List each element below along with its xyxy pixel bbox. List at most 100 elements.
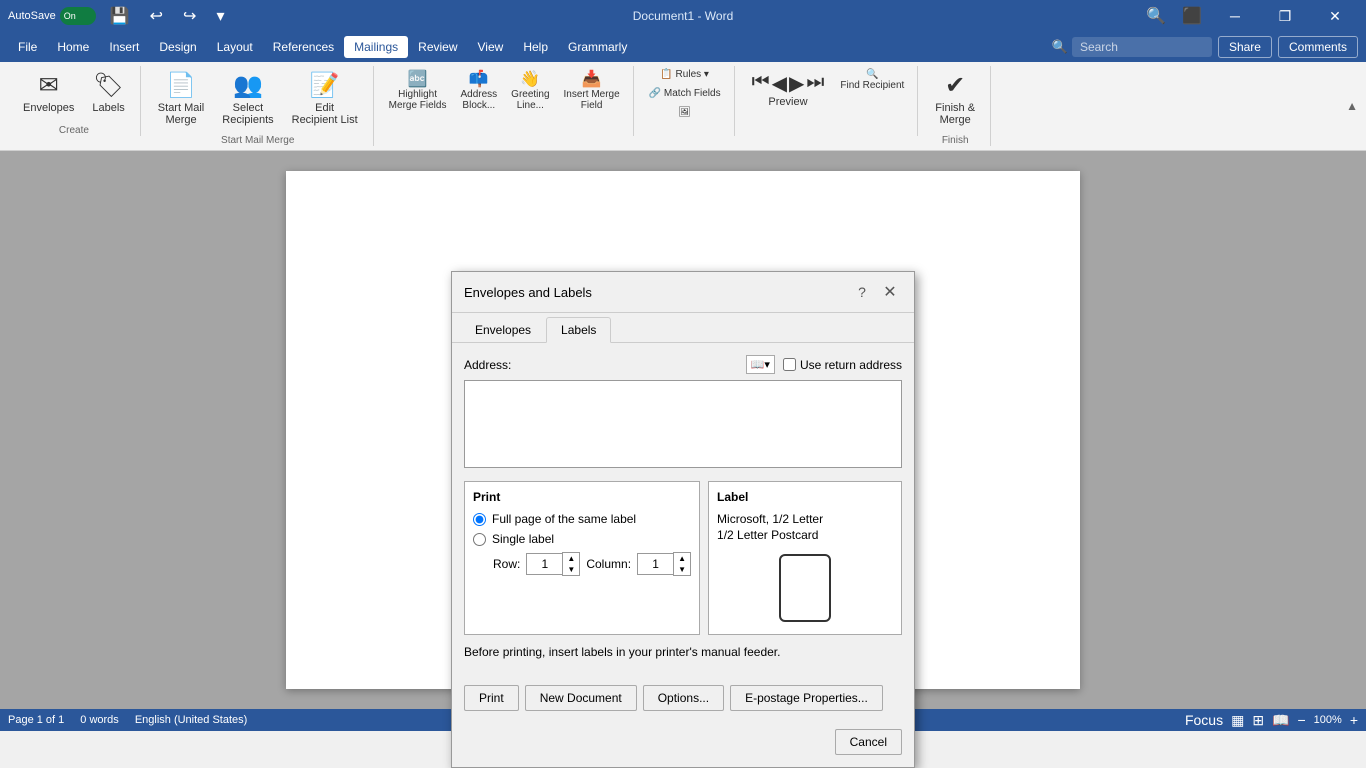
ribbon-group-fields-content: 🔤 Highlight Merge Fields 📫 Address Block…: [384, 66, 625, 132]
label-preview-area: [717, 550, 893, 626]
use-return-address-checkbox[interactable]: [783, 358, 796, 371]
envelopes-labels-dialog: Envelopes and Labels ? ✕ Envelopes Label…: [451, 271, 915, 768]
print-layout-btn[interactable]: ▦: [1231, 712, 1244, 729]
label-subname: 1/2 Letter Postcard: [717, 528, 893, 542]
autosave-label: AutoSave: [8, 10, 56, 22]
ribbon: ✉ Envelopes 🏷 Labels Create 📄 Start Mail…: [0, 62, 1366, 151]
ribbon-rules-btn[interactable]: 📋 Rules ▾: [644, 66, 726, 83]
cancel-btn[interactable]: Cancel: [835, 729, 902, 755]
menu-layout[interactable]: Layout: [207, 36, 263, 58]
row-down-btn[interactable]: ▼: [563, 564, 579, 575]
ribbon-address-block-btn[interactable]: 📫 Address Block...: [455, 66, 502, 114]
ribbon-collapse-btn[interactable]: ▲: [1346, 99, 1358, 113]
ribbon-search-btn[interactable]: 🔍: [1140, 2, 1172, 30]
ribbon-group-preview-content: ⏮ ◀ ▶ ⏭ Preview 🔍 Find Recipient: [745, 66, 910, 136]
print-btn[interactable]: Print: [464, 685, 519, 711]
start-mail-merge-icon: 📄: [166, 71, 196, 100]
address-icon-btn[interactable]: 📖▾: [746, 355, 775, 374]
zoom-out-btn[interactable]: −: [1297, 712, 1305, 728]
ribbon-labels-btn[interactable]: 🏷 Labels: [85, 66, 131, 119]
comments-button[interactable]: Comments: [1278, 36, 1358, 58]
search-input[interactable]: [1072, 37, 1212, 57]
ribbon-insert-merge-field-btn[interactable]: 📥 Insert Merge Field: [559, 66, 625, 114]
save-icon-btn[interactable]: 💾: [104, 2, 136, 30]
menu-insert[interactable]: Insert: [99, 36, 149, 58]
e-postage-btn[interactable]: E-postage Properties...: [730, 685, 883, 711]
print-section: Print Full page of the same label Single…: [464, 481, 700, 635]
greeting-line-icon: 👋: [520, 69, 540, 89]
single-label-option[interactable]: Single label: [473, 532, 691, 546]
redo-icon-btn[interactable]: ↪: [177, 2, 202, 30]
menu-mailings[interactable]: Mailings: [344, 36, 408, 58]
column-down-btn[interactable]: ▼: [674, 564, 690, 575]
ribbon-edit-recipient-list-btn[interactable]: 📝 Edit Recipient List: [285, 66, 365, 131]
greeting-line-label: Greeting Line...: [511, 89, 549, 111]
ribbon-preview-btn[interactable]: ⏮ ◀ ▶ ⏭ Preview: [745, 66, 832, 113]
column-input[interactable]: [637, 553, 673, 575]
read-mode-btn[interactable]: 📖: [1272, 712, 1289, 729]
single-label-label: Single label: [492, 532, 554, 546]
minimize-btn[interactable]: ─: [1212, 0, 1258, 32]
full-page-label: Full page of the same label: [492, 512, 636, 526]
use-return-address-label[interactable]: Use return address: [783, 358, 902, 372]
ribbon-greeting-line-btn[interactable]: 👋 Greeting Line...: [506, 66, 554, 114]
ribbon-envelopes-btn[interactable]: ✉ Envelopes: [16, 66, 81, 119]
envelope-icon: ✉: [39, 71, 59, 100]
focus-btn[interactable]: Focus: [1185, 712, 1223, 728]
share-button[interactable]: Share: [1218, 36, 1272, 58]
ribbon-start-mail-merge-btn[interactable]: 📄 Start Mail Merge: [151, 66, 211, 131]
match-fields-icon: 🔗 Match Fields: [649, 88, 721, 99]
highlight-merge-fields-label: Highlight Merge Fields: [389, 89, 447, 111]
more-commands-btn[interactable]: ▾: [210, 2, 230, 30]
menu-references[interactable]: References: [263, 36, 344, 58]
row-up-btn[interactable]: ▲: [563, 553, 579, 564]
menu-help[interactable]: Help: [513, 36, 558, 58]
menu-grammarly[interactable]: Grammarly: [558, 36, 637, 58]
dialog-title-buttons: ? ✕: [850, 280, 902, 304]
options-btn[interactable]: Options...: [643, 685, 724, 711]
menu-home[interactable]: Home: [47, 36, 99, 58]
ribbon-group-finish-label: Finish: [928, 135, 982, 146]
status-bar-right: Focus ▦ ⊞ 📖 − 100% +: [1185, 712, 1358, 729]
undo-icon-btn[interactable]: ↩: [144, 2, 169, 30]
autosave-on-label: On: [64, 11, 76, 21]
full-page-option[interactable]: Full page of the same label: [473, 512, 691, 526]
full-page-radio[interactable]: [473, 513, 486, 526]
new-document-btn[interactable]: New Document: [525, 685, 637, 711]
close-btn[interactable]: ✕: [1312, 0, 1358, 32]
autosave-toggle[interactable]: On: [60, 7, 96, 25]
tab-labels[interactable]: Labels: [546, 317, 611, 343]
ribbon-find-recipient-btn[interactable]: 🔍 Find Recipient: [835, 66, 909, 94]
ribbon-finish-merge-btn[interactable]: ✔ Finish & Merge: [928, 66, 982, 131]
label-name: Microsoft, 1/2 Letter: [717, 512, 893, 526]
dialog-help-btn[interactable]: ?: [850, 280, 874, 304]
ribbon-select-recipients-btn[interactable]: 👥 Select Recipients: [215, 66, 280, 131]
dialog-close-btn[interactable]: ✕: [878, 280, 902, 304]
ribbon-highlight-merge-fields-btn[interactable]: 🔤 Highlight Merge Fields: [384, 66, 452, 114]
web-layout-btn[interactable]: ⊞: [1252, 712, 1264, 729]
ribbon-group-start-mail-merge-content: 📄 Start Mail Merge 👥 Select Recipients 📝…: [151, 66, 365, 131]
address-textarea[interactable]: [464, 380, 902, 468]
ribbon-display-btn[interactable]: ⬛: [1176, 2, 1208, 30]
menu-design[interactable]: Design: [149, 36, 206, 58]
menu-file[interactable]: File: [8, 36, 47, 58]
address-block-icon: 📫: [469, 69, 489, 89]
menu-review[interactable]: Review: [408, 36, 467, 58]
menu-view[interactable]: View: [468, 36, 514, 58]
restore-btn[interactable]: ❐: [1262, 0, 1308, 32]
column-up-btn[interactable]: ▲: [674, 553, 690, 564]
labels-icon: 🏷: [93, 71, 123, 100]
ribbon-update-labels-btn[interactable]: 🖼: [644, 104, 726, 121]
zoom-in-btn[interactable]: +: [1350, 712, 1358, 728]
row-input[interactable]: [526, 553, 562, 575]
row-label: Row:: [493, 557, 520, 571]
preview-nav-icons: ⏮ ◀ ▶ ⏭: [752, 71, 825, 96]
start-mail-merge-label: Start Mail Merge: [158, 102, 204, 126]
ribbon-match-fields-btn[interactable]: 🔗 Match Fields: [644, 85, 726, 102]
tab-envelopes[interactable]: Envelopes: [460, 317, 546, 343]
single-label-radio[interactable]: [473, 533, 486, 546]
dialog-tabs: Envelopes Labels: [452, 313, 914, 343]
ribbon-group-finish: ✔ Finish & Merge Finish: [920, 66, 991, 146]
column-spinners: ▲ ▼: [673, 552, 691, 576]
dialog-action-buttons: Print New Document Options... E-postage …: [452, 681, 914, 723]
